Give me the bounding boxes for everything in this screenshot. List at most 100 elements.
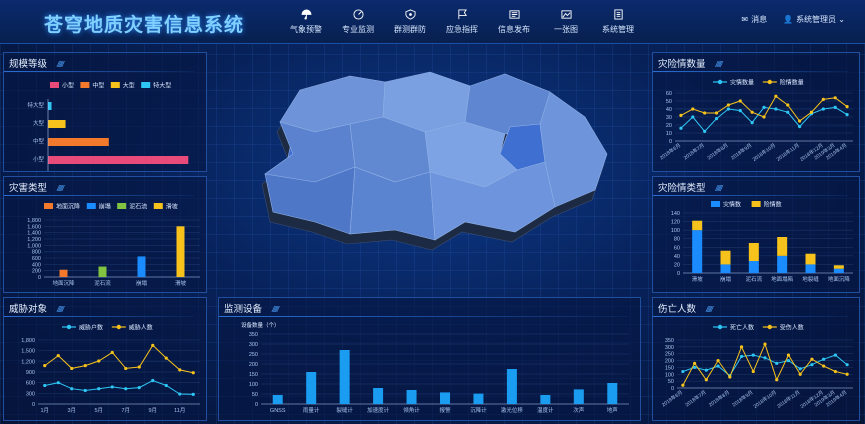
data-point [774, 94, 778, 98]
messages-button[interactable]: ✉ 消息 [741, 14, 767, 25]
x-tick-label: 倾角计 [403, 406, 420, 414]
data-point [738, 99, 742, 103]
title-underline [4, 195, 194, 196]
y-tick-label: 1,400 [27, 231, 41, 237]
bar-segment [833, 265, 844, 269]
bar-segment [805, 264, 816, 273]
y-tick-label: 1,200 [27, 237, 41, 243]
legend-label: 崩塌 [99, 203, 111, 211]
y-tick-label: 小型 [33, 155, 45, 163]
x-tick-label: 崩塌 [720, 275, 732, 283]
shield-icon [404, 9, 416, 20]
data-point [750, 121, 754, 125]
y-tick-label: 300 [665, 345, 674, 351]
legend-swatch [153, 203, 163, 209]
legend-label: 灾情数 [723, 201, 741, 209]
legend-swatch [66, 324, 72, 330]
account-menu[interactable]: 👤 系统管理员 ⌄ [783, 14, 845, 25]
data-point [110, 350, 114, 355]
legend-label: 大型 [123, 82, 135, 90]
x-tick-label: 温度计 [537, 406, 554, 414]
x-tick-label: 2018年11月 [776, 389, 802, 410]
data-point [822, 364, 826, 368]
data-point [124, 387, 128, 391]
y-tick-label: 250 [665, 352, 674, 358]
title-underline [653, 195, 848, 196]
data-point [703, 111, 707, 115]
legend-label: 滑坡 [166, 203, 178, 211]
y-tick-label: 350 [665, 338, 674, 344]
data-point [704, 368, 708, 372]
threat-chart: 威胁户数 威胁人数 0 300 600 900 1,200 1,500 1,800 1月 3月 5月 7… [21, 324, 200, 414]
x-tick-label: 2018年8月 [707, 389, 731, 408]
y-tick-label: 250 [249, 352, 258, 358]
decor-slashes: ///// [272, 305, 279, 314]
nav-item-system[interactable]: 系统管理 [592, 0, 644, 44]
x-tick-label: 泥石流 [746, 275, 763, 283]
data-point [845, 113, 849, 117]
legend-swatch [50, 82, 59, 88]
decor-slashes: ///// [57, 305, 64, 314]
user-area: ✉ 消息 👤 系统管理员 ⌄ [741, 14, 845, 25]
y-tick-label: 20 [674, 262, 680, 268]
legend-swatch [717, 324, 723, 330]
data-point [716, 358, 720, 363]
y-tick-label: 200 [249, 362, 258, 368]
y-tick-label: 300 [249, 342, 258, 348]
data-point [164, 356, 168, 360]
title-underline [653, 316, 848, 317]
data-point [703, 129, 707, 133]
x-tick-label: 3月 [67, 407, 76, 414]
y-tick-label: 特大型 [27, 101, 44, 109]
settings-doc-icon [613, 9, 623, 20]
data-point [83, 364, 87, 368]
bar-segment [777, 255, 788, 273]
panel-disaster-type: 灾害类型///// 地面沉降 崩塌 泥石流 滑坡 0 200 400 600 800 1,000 1… [3, 176, 207, 293]
legend-label: 泥石流 [129, 203, 147, 211]
legend-label: 中型 [92, 82, 104, 90]
region-map[interactable] [255, 62, 635, 252]
data-point [681, 369, 685, 374]
data-point [810, 357, 814, 361]
bar [98, 266, 107, 277]
x-tick-label: 11月 [174, 407, 185, 414]
nav-item-group-defense[interactable]: 群测群防 [384, 0, 436, 44]
nav-item-emergency[interactable]: 应急指挥 [436, 0, 488, 44]
legend-label: 灾情数量 [730, 79, 754, 87]
bar-segment [720, 264, 731, 273]
bar [373, 388, 384, 404]
y-tick-label: 150 [665, 365, 674, 371]
nav-label: 气象预警 [290, 25, 322, 34]
nav-item-publish[interactable]: 信息发布 [488, 0, 540, 44]
panel-title: 监测设备 [224, 304, 263, 315]
legend-label: 特大型 [153, 82, 171, 90]
nav-item-one-map[interactable]: 一张图 [540, 0, 592, 44]
x-tick-label: 地面沉降 [52, 279, 75, 287]
y-tick-label: 30 [666, 115, 672, 121]
casualty-chart: 死亡人数 受伤人数0501001502002503003502018年6月 2018… [660, 324, 853, 410]
x-tick-label: 2018年9月 [730, 142, 754, 161]
data-point [137, 386, 141, 390]
y-tick-label: 0 [32, 402, 35, 408]
data-point [693, 361, 697, 365]
decor-slashes: ///// [715, 60, 723, 69]
data-point [714, 117, 719, 121]
data-point [728, 375, 732, 379]
x-tick-label: 2018年9月 [731, 389, 755, 408]
y-tick-label: 40 [674, 254, 680, 260]
legend-swatch [767, 324, 772, 330]
bar-segment [833, 268, 844, 273]
y-tick-label: 0 [671, 386, 674, 392]
nav-item-weather-warning[interactable]: 气象预警 [280, 0, 332, 44]
panel-scale: 规模等级///// 小型 中型 大型 特大型 特大型 大型 中型 小型 [3, 52, 207, 172]
y-axis-title: 设备数量（个） [241, 321, 280, 329]
nav-item-monitoring[interactable]: 专业监测 [332, 0, 384, 44]
legend-label: 受伤人数 [780, 324, 804, 332]
nav-label: 群测群防 [394, 25, 426, 34]
y-tick-label: 0 [255, 402, 258, 408]
y-tick-label: 200 [32, 269, 41, 275]
y-tick-label: 1,800 [21, 338, 35, 344]
data-point [164, 383, 168, 388]
bar [406, 390, 417, 404]
x-tick-label: 2018年8月 [706, 142, 730, 161]
